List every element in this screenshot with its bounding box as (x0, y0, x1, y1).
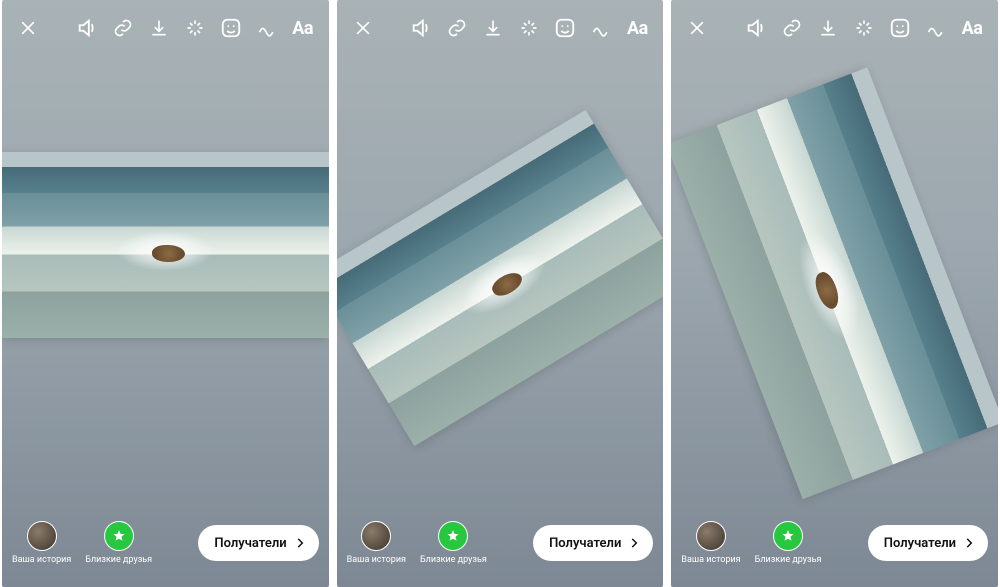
sound-icon[interactable] (403, 10, 439, 46)
recipients-label: Получатели (549, 536, 621, 551)
story-media[interactable] (671, 67, 998, 499)
text-icon[interactable]: Aa (954, 10, 990, 46)
recipients-label: Получатели (884, 536, 956, 551)
close-friends-button[interactable]: Близкие друзья (85, 521, 152, 565)
recipients-button[interactable]: Получатели (868, 525, 988, 561)
close-friends-label: Близкие друзья (755, 555, 822, 565)
sparkle-icon[interactable] (177, 10, 213, 46)
your-story-button[interactable]: Ваша история (12, 521, 71, 565)
link-icon[interactable] (774, 10, 810, 46)
close-icon[interactable] (345, 10, 381, 46)
sticker-icon[interactable] (882, 10, 918, 46)
recipients-button[interactable]: Получатели (533, 525, 653, 561)
sparkle-icon[interactable] (511, 10, 547, 46)
sticker-icon[interactable] (213, 10, 249, 46)
canvas[interactable] (671, 0, 998, 587)
draw-icon[interactable] (583, 10, 619, 46)
close-friends-label: Близкие друзья (420, 555, 487, 565)
your-story-button[interactable]: Ваша история (681, 521, 740, 565)
close-icon[interactable] (679, 10, 715, 46)
share-bar: Ваша история Близкие друзья Получатели (2, 511, 329, 587)
story-editor-panel: Aa Ваша история Близкие друзья Получател… (2, 0, 329, 587)
your-story-label: Ваша история (12, 555, 71, 565)
link-icon[interactable] (105, 10, 141, 46)
sound-icon[interactable] (69, 10, 105, 46)
story-media[interactable] (337, 109, 664, 445)
chevron-right-icon (293, 536, 307, 550)
avatar-icon (27, 521, 57, 551)
your-story-label: Ваша история (681, 555, 740, 565)
star-icon (438, 521, 468, 551)
recipients-button[interactable]: Получатели (198, 525, 318, 561)
link-icon[interactable] (439, 10, 475, 46)
editor-toolbar: Aa (671, 0, 998, 56)
sticker-icon[interactable] (547, 10, 583, 46)
close-friends-button[interactable]: Близкие друзья (755, 521, 822, 565)
your-story-label: Ваша история (347, 555, 406, 565)
text-icon[interactable]: Aa (285, 10, 321, 46)
text-icon[interactable]: Aa (619, 10, 655, 46)
story-editor-panel: Aa Ваша история Близкие друзья Получател… (337, 0, 664, 587)
chevron-right-icon (627, 536, 641, 550)
close-friends-label: Близкие друзья (85, 555, 152, 565)
your-story-button[interactable]: Ваша история (347, 521, 406, 565)
story-editor-panel: Aa Ваша история Близкие друзья Получател… (671, 0, 998, 587)
canvas[interactable] (337, 0, 664, 587)
close-friends-button[interactable]: Близкие друзья (420, 521, 487, 565)
star-icon (104, 521, 134, 551)
story-media[interactable] (2, 152, 329, 338)
download-icon[interactable] (475, 10, 511, 46)
editor-toolbar: Aa (337, 0, 664, 56)
download-icon[interactable] (810, 10, 846, 46)
share-bar: Ваша история Близкие друзья Получатели (337, 511, 664, 587)
sparkle-icon[interactable] (846, 10, 882, 46)
avatar-icon (361, 521, 391, 551)
editor-toolbar: Aa (2, 0, 329, 56)
close-icon[interactable] (10, 10, 46, 46)
star-icon (773, 521, 803, 551)
canvas[interactable] (2, 0, 329, 587)
avatar-icon (696, 521, 726, 551)
draw-icon[interactable] (918, 10, 954, 46)
chevron-right-icon (962, 536, 976, 550)
draw-icon[interactable] (249, 10, 285, 46)
download-icon[interactable] (141, 10, 177, 46)
recipients-label: Получатели (214, 536, 286, 551)
share-bar: Ваша история Близкие друзья Получатели (671, 511, 998, 587)
sound-icon[interactable] (738, 10, 774, 46)
